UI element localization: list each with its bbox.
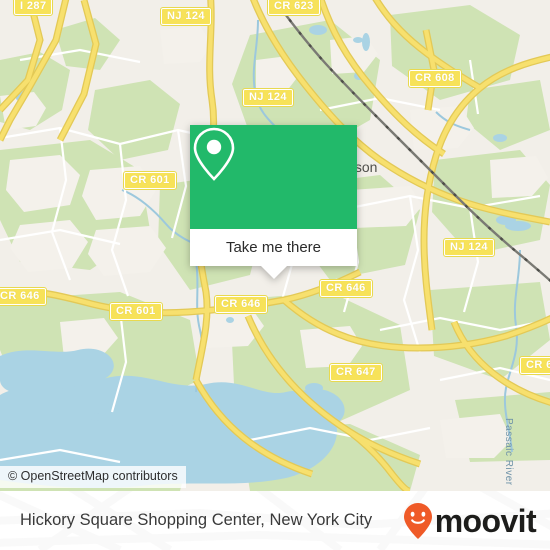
road-shield: NJ 124 bbox=[242, 88, 294, 107]
road-shield: CR 623 bbox=[267, 0, 321, 16]
road-shield: NJ 124 bbox=[160, 7, 212, 26]
footer-bar: Hickory Square Shopping Center, New York… bbox=[0, 491, 550, 550]
road-shield: I 287 bbox=[12, 0, 54, 16]
location-title: Hickory Square Shopping Center, New York… bbox=[20, 511, 373, 529]
location-pin-icon bbox=[193, 127, 235, 181]
popup-header bbox=[190, 125, 357, 229]
road-shield: CR 646 bbox=[0, 287, 47, 306]
moovit-wordmark: moovit bbox=[434, 502, 537, 539]
road-shield: CR 647 bbox=[329, 363, 383, 382]
moovit-logo[interactable]: moovit bbox=[403, 502, 537, 540]
road-shield: CR 601 bbox=[123, 171, 177, 190]
river-label-passaic: Passaic River bbox=[503, 418, 514, 486]
location-popup-card[interactable]: Take me there bbox=[190, 125, 357, 279]
road-shield: NJ 124 bbox=[443, 238, 495, 257]
road-shield: CR 6 bbox=[519, 356, 550, 375]
popup-tail bbox=[260, 266, 287, 279]
road-shield: CR 601 bbox=[109, 302, 163, 321]
moovit-smiley-pin-icon bbox=[403, 502, 432, 539]
map-canvas[interactable]: I 287 NJ 124 CR 623 CR 608 NJ 124 CR 601… bbox=[0, 0, 550, 491]
road-shield: CR 608 bbox=[408, 69, 462, 88]
road-shield: CR 646 bbox=[214, 295, 268, 314]
take-me-there-label: Take me there bbox=[225, 239, 322, 256]
moovit-map-screenshot: I 287 NJ 124 CR 623 CR 608 NJ 124 CR 601… bbox=[0, 0, 550, 550]
popup-action-bar[interactable]: Take me there bbox=[190, 229, 357, 266]
road-shield: CR 646 bbox=[319, 279, 373, 298]
osm-attribution[interactable]: © OpenStreetMap contributors bbox=[0, 466, 186, 488]
